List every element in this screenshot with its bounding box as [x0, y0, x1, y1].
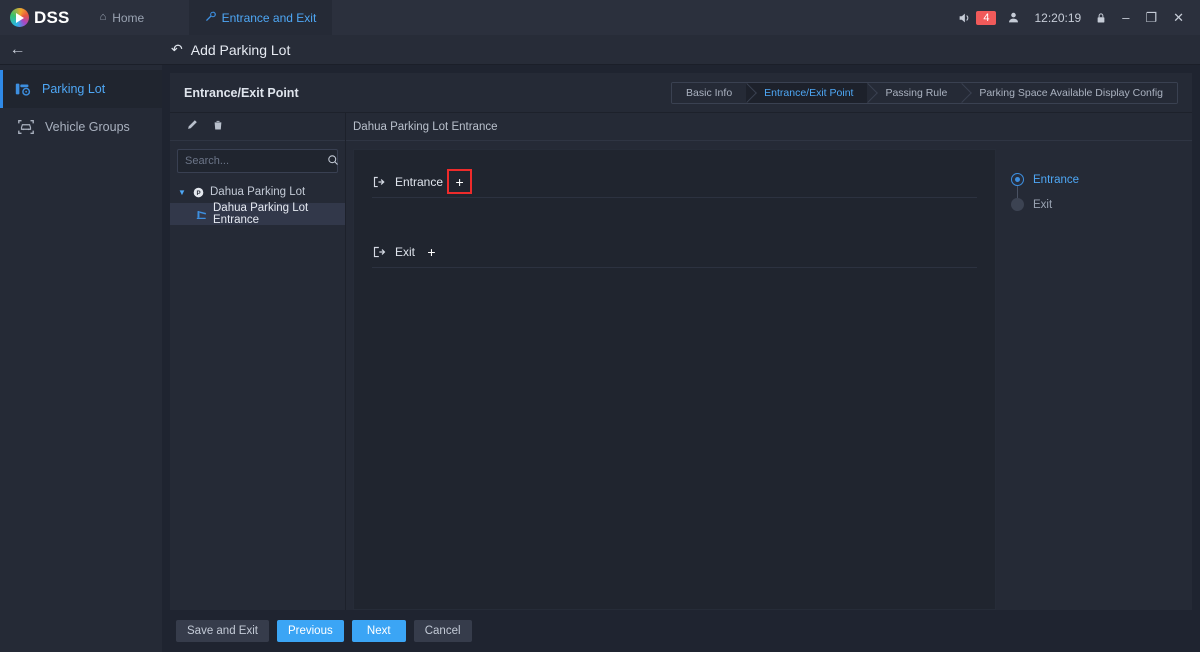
tab-entrance-exit-point-label: Entrance/Exit Point	[764, 86, 854, 99]
barrier-icon	[196, 208, 208, 220]
content-column: Dahua Parking Lot Entrance Entrance + Ex…	[346, 113, 1192, 610]
edit-icon[interactable]	[186, 119, 198, 134]
home-icon: ⌂	[99, 11, 107, 23]
anchor-nav: Entrance Exit	[996, 149, 1192, 610]
radio-dot-icon	[1011, 173, 1024, 186]
tree-node-label: Dahua Parking Lot	[210, 186, 306, 198]
tab-home-label: Home	[112, 10, 145, 25]
cancel-button[interactable]: Cancel	[413, 620, 472, 642]
panel-header: Entrance/Exit Point Basic Info Entrance/…	[170, 73, 1192, 113]
search-icon[interactable]	[327, 154, 339, 169]
section-exit-label: Exit	[395, 244, 416, 259]
footer-actions: Save and Exit Previous Next Cancel	[162, 610, 1200, 652]
logo-text: DSS	[34, 7, 70, 27]
delete-icon[interactable]	[212, 119, 224, 134]
panel-title: Entrance/Exit Point	[184, 85, 299, 100]
door-enter-icon	[372, 175, 386, 189]
save-and-exit-button[interactable]: Save and Exit	[176, 620, 269, 642]
parking-p-icon: P	[192, 187, 205, 198]
previous-button[interactable]: Previous	[276, 620, 344, 642]
dss-logo-icon	[10, 8, 29, 27]
tab-basic-info-label: Basic Info	[686, 86, 733, 99]
alarm-count-badge[interactable]: 4	[976, 10, 997, 25]
content-panel: Entrance/Exit Point Basic Info Entrance/…	[170, 73, 1192, 610]
tree-toolbar	[170, 113, 345, 141]
anchor-entrance-label: Entrance	[1033, 173, 1080, 186]
tree-node-dahua-parking-lot-entrance[interactable]: Dahua Parking Lot Entrance	[170, 202, 345, 226]
anchor-exit[interactable]: Exit	[1011, 192, 1192, 217]
clock-time: 12:20:19	[1034, 10, 1082, 25]
title-bar: DSS ⌂ Home Entrance and Exit 4 12:20:19 …	[0, 0, 1200, 35]
tab-parking-space-display-config-label: Parking Space Available Display Config	[979, 86, 1163, 99]
svg-text:P: P	[196, 189, 200, 196]
sidebar: Parking Lot Vehicle Groups	[0, 65, 162, 652]
lock-icon[interactable]	[1088, 0, 1114, 35]
entrance-exit-card: Entrance + Exit +	[353, 149, 996, 610]
step-tabs: Basic Info Entrance/Exit Point Passing R…	[671, 81, 1178, 104]
anchor-list: Entrance Exit	[1011, 167, 1192, 217]
door-exit-icon	[372, 245, 386, 259]
wrench-icon	[205, 11, 216, 25]
user-icon[interactable]	[1000, 0, 1027, 35]
main-area: Entrance/Exit Point Basic Info Entrance/…	[162, 65, 1200, 652]
parking-barrier-icon	[13, 80, 32, 99]
tab-passing-rule-label: Passing Rule	[885, 86, 948, 99]
tree-node-label: Dahua Parking Lot Entrance	[213, 202, 309, 226]
content-main: Entrance + Exit + Entrance Exit	[346, 141, 1192, 610]
section-exit: Exit +	[372, 238, 977, 268]
page-title: Add Parking Lot	[190, 41, 291, 58]
back-arrow-icon[interactable]: ←	[0, 35, 35, 65]
tab-entrance-and-exit-label: Entrance and Exit	[221, 10, 317, 25]
sidebar-item-parking-lot[interactable]: Parking Lot	[0, 70, 162, 108]
maximize-icon[interactable]: ❐	[1137, 0, 1165, 35]
tree-panel: ▼ P Dahua Parking Lot	[170, 113, 346, 610]
breadcrumb: Dahua Parking Lot Entrance	[346, 113, 1192, 141]
titlebar-status-area: 4 12:20:19 – ❐ ✕	[950, 0, 1200, 35]
minimize-icon[interactable]: –	[1114, 0, 1137, 35]
undo-icon[interactable]: ↶	[171, 41, 183, 58]
tab-parking-space-display-config[interactable]: Parking Space Available Display Config	[961, 82, 1177, 103]
panel-body: ▼ P Dahua Parking Lot	[170, 113, 1192, 610]
vehicle-scan-icon	[16, 118, 35, 137]
tab-home[interactable]: ⌂ Home	[84, 0, 189, 35]
speaker-icon[interactable]	[950, 0, 978, 35]
tree-search-wrap	[170, 141, 345, 179]
search-input[interactable]	[185, 155, 327, 167]
tree: ▼ P Dahua Parking Lot Dahua Parking Lot …	[170, 179, 345, 226]
search-box[interactable]	[177, 149, 338, 173]
anchor-entrance[interactable]: Entrance	[1011, 167, 1192, 192]
sidebar-item-vehicle-groups-label: Vehicle Groups	[45, 120, 130, 134]
tab-entrance-and-exit[interactable]: Entrance and Exit	[188, 0, 333, 35]
section-entrance-label: Entrance	[395, 174, 444, 189]
section-entrance: Entrance +	[372, 168, 977, 198]
sidebar-item-vehicle-groups[interactable]: Vehicle Groups	[0, 108, 162, 146]
tab-entrance-exit-point[interactable]: Entrance/Exit Point	[746, 82, 879, 103]
body: Parking Lot Vehicle Groups Entrance/Exit…	[0, 65, 1200, 652]
tree-node-dahua-parking-lot[interactable]: ▼ P Dahua Parking Lot	[170, 181, 345, 203]
breadcrumb-label: Dahua Parking Lot Entrance	[353, 120, 498, 133]
app-logo: DSS	[0, 0, 84, 35]
anchor-exit-label: Exit	[1033, 198, 1053, 211]
tab-passing-rule[interactable]: Passing Rule	[867, 82, 973, 103]
page-title-group: ↶ Add Parking Lot	[171, 41, 290, 58]
close-icon[interactable]: ✕	[1165, 0, 1192, 35]
caret-down-icon[interactable]: ▼	[178, 188, 187, 197]
radio-dot-icon	[1011, 198, 1024, 211]
add-entrance-button[interactable]: +	[447, 169, 473, 194]
sidebar-item-parking-lot-label: Parking Lot	[42, 82, 106, 96]
tab-basic-info[interactable]: Basic Info	[672, 82, 758, 103]
next-button[interactable]: Next	[351, 620, 406, 642]
sub-header: ← ↶ Add Parking Lot	[0, 35, 1200, 65]
add-exit-button[interactable]: +	[424, 244, 439, 259]
